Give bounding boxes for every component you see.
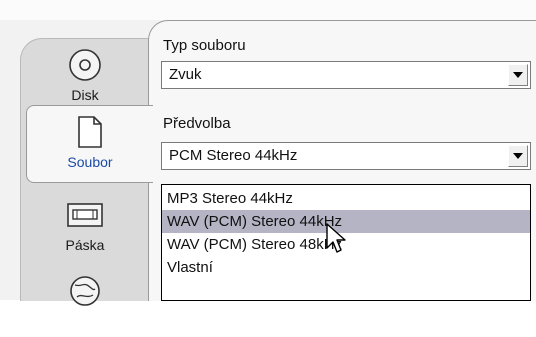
sidebar-item-disk[interactable]: Disk — [21, 39, 149, 111]
preset-select[interactable]: PCM Stereo 44kHz — [161, 142, 531, 170]
sidebar-item-file[interactable]: Soubor — [26, 105, 153, 183]
sidebar-item-label: Páska — [65, 237, 105, 253]
tape-icon — [65, 197, 105, 233]
sidebar: Disk Soubor Páska — [20, 38, 153, 306]
chevron-down-icon[interactable] — [508, 64, 528, 86]
sidebar-item-label: Disk — [71, 87, 99, 103]
chevron-down-icon[interactable] — [508, 145, 528, 167]
sidebar-item-tape[interactable]: Páska — [21, 189, 149, 261]
web-icon — [67, 273, 103, 309]
preset-label: Předvolba — [163, 115, 231, 132]
file-type-label: Typ souboru — [163, 37, 246, 54]
mouse-cursor-icon — [325, 222, 347, 261]
file-icon — [75, 114, 105, 150]
file-type-value: Zvuk — [169, 66, 202, 83]
sidebar-item-label: Soubor — [67, 154, 113, 170]
dropdown-option[interactable]: MP3 Stereo 44kHz — [162, 187, 530, 210]
preset-value: PCM Stereo 44kHz — [169, 147, 298, 164]
sidebar-item-web[interactable] — [21, 265, 149, 337]
disc-icon — [67, 47, 103, 83]
file-type-select[interactable]: Zvuk — [161, 61, 531, 89]
